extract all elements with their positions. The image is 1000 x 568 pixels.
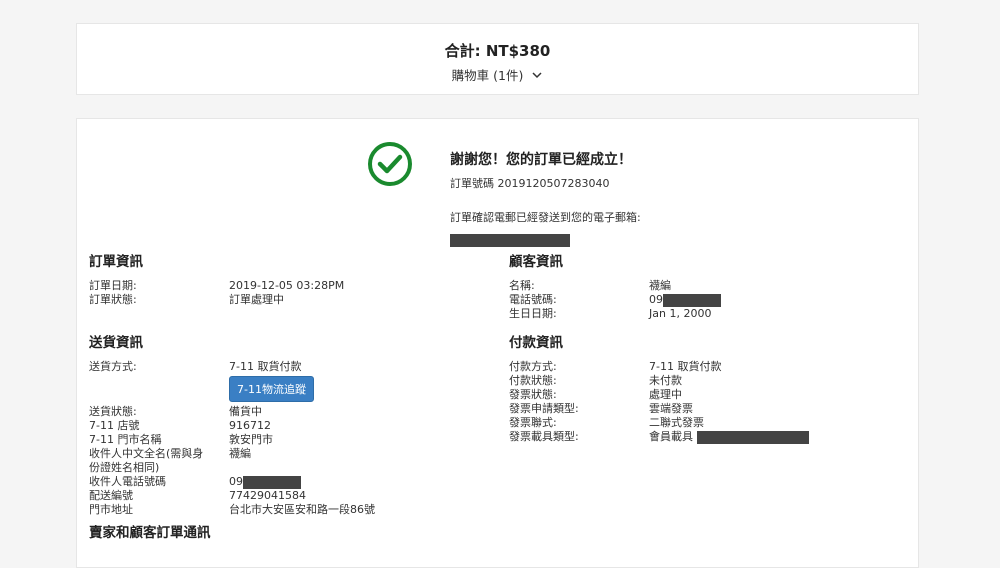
payment-method-label: 付款方式: bbox=[509, 360, 557, 373]
customer-birthday-value: Jan 1, 2000 bbox=[649, 307, 712, 320]
confirmation-message: 謝謝您！您的訂單已經成立！ 訂單號碼 2019120507283040 訂單確認… bbox=[450, 149, 641, 249]
customer-name-row: 名稱: 襪編 bbox=[509, 279, 721, 293]
recipient-phone-label: 收件人電話號碼 bbox=[89, 475, 166, 488]
delivery-number-row: 配送編號 77429041584 bbox=[89, 489, 375, 503]
customer-birthday-row: 生日日期: Jan 1, 2000 bbox=[509, 307, 721, 321]
shipping-info-heading: 送貨資訊 bbox=[89, 335, 143, 351]
cart-label: 購物車 (1件) bbox=[451, 68, 524, 83]
invoice-copy-row: 發票聯式: 二聯式發票 bbox=[509, 416, 809, 430]
carrier-text: 會員載具 bbox=[649, 430, 693, 443]
shipping-status-value: 備貨中 bbox=[229, 405, 262, 418]
order-status-label: 訂單狀態: bbox=[89, 293, 137, 306]
store-name-value: 敦安門市 bbox=[229, 433, 273, 446]
order-info-heading: 訂單資訊 bbox=[89, 254, 143, 270]
shipping-method-label: 送貨方式: bbox=[89, 360, 137, 373]
check-circle-icon bbox=[368, 142, 412, 186]
order-date-label: 訂單日期: bbox=[89, 279, 137, 292]
order-date-row: 訂單日期: 2019-12-05 03:28PM bbox=[89, 279, 344, 293]
shipping-info-section: 送貨資訊 送貨方式: 7-11 取貨付款 7-11物流追蹤 送貨狀態: 備貨中 … bbox=[89, 331, 375, 517]
order-status-value: 訂單處理中 bbox=[229, 293, 284, 306]
email-note: 訂單確認電郵已經發送到您的電子郵箱: bbox=[450, 211, 641, 224]
customer-info-section: 顧客資訊 名稱: 襪編 電話號碼: 09 生日日期: Jan 1, 2000 bbox=[509, 250, 721, 321]
store-number-value: 916712 bbox=[229, 419, 271, 432]
payment-status-value: 未付款 bbox=[649, 374, 682, 387]
customer-phone-row: 電話號碼: 09 bbox=[509, 293, 721, 307]
delivery-number-value: 77429041584 bbox=[229, 489, 306, 502]
order-confirmation-card: 謝謝您！您的訂單已經成立！ 訂單號碼 2019120507283040 訂單確認… bbox=[76, 118, 919, 568]
invoice-type-row: 發票申請類型: 雲端發票 bbox=[509, 402, 809, 416]
track-shipment-button[interactable]: 7-11物流追蹤 bbox=[229, 376, 314, 402]
order-status-row: 訂單狀態: 訂單處理中 bbox=[89, 293, 344, 307]
shipping-method-text: 7-11 取貨付款 bbox=[229, 360, 302, 373]
invoice-status-label: 發票狀態: bbox=[509, 388, 557, 401]
invoice-copy-label: 發票聯式: bbox=[509, 416, 557, 429]
redacted-recipient-phone bbox=[243, 475, 301, 489]
invoice-carrier-value: 會員載具 bbox=[649, 430, 809, 444]
recipient-name-value: 襪編 bbox=[229, 447, 251, 460]
cart-toggle[interactable]: 購物車 (1件) bbox=[452, 65, 544, 84]
store-address-row: 門市地址 台北市大安區安和路一段86號 bbox=[89, 503, 375, 517]
recipient-name-row: 收件人中文全名(需與身份證姓名相同) 襪編 bbox=[89, 447, 375, 475]
invoice-carrier-label: 發票載具類型: bbox=[509, 430, 579, 443]
payment-info-heading: 付款資訊 bbox=[509, 335, 563, 351]
payment-info-section: 付款資訊 付款方式: 7-11 取貨付款 付款狀態: 未付款 發票狀態: 處理中… bbox=[509, 331, 809, 444]
order-summary-card: 合計: NT$380 購物車 (1件) bbox=[76, 23, 919, 95]
customer-name-label: 名稱: bbox=[509, 279, 535, 292]
payment-method-value: 7-11 取貨付款 bbox=[649, 360, 722, 373]
invoice-type-label: 發票申請類型: bbox=[509, 402, 579, 415]
recipient-phone-value: 09 bbox=[229, 475, 301, 489]
customer-phone-label: 電話號碼: bbox=[509, 293, 557, 306]
shipping-status-row: 送貨狀態: 備貨中 bbox=[89, 405, 375, 419]
payment-method-row: 付款方式: 7-11 取貨付款 bbox=[509, 360, 809, 374]
recipient-phone-row: 收件人電話號碼 09 bbox=[89, 475, 375, 489]
store-name-label: 7-11 門市名稱 bbox=[89, 433, 162, 446]
redacted-carrier bbox=[696, 430, 809, 444]
customer-birthday-label: 生日日期: bbox=[509, 307, 557, 320]
delivery-number-label: 配送編號 bbox=[89, 489, 133, 502]
recipient-name-label: 收件人中文全名(需與身份證姓名相同) bbox=[89, 447, 204, 474]
recipient-phone-prefix: 09 bbox=[229, 475, 243, 488]
payment-status-row: 付款狀態: 未付款 bbox=[509, 374, 809, 388]
confirmation-title: 謝謝您！您的訂單已經成立！ bbox=[450, 152, 632, 168]
phone-prefix: 09 bbox=[649, 293, 663, 306]
invoice-carrier-row: 發票載具類型: 會員載具 bbox=[509, 430, 809, 444]
customer-name-value: 襪編 bbox=[649, 279, 671, 292]
invoice-copy-value: 二聯式發票 bbox=[649, 416, 704, 429]
communication-heading: 賣家和顧客訂單通訊 bbox=[89, 525, 211, 541]
order-total: 合計: NT$380 bbox=[444, 42, 551, 60]
customer-info-heading: 顧客資訊 bbox=[509, 254, 563, 270]
store-address-label: 門市地址 bbox=[89, 503, 133, 516]
invoice-type-value: 雲端發票 bbox=[649, 402, 693, 415]
payment-status-label: 付款狀態: bbox=[509, 374, 557, 387]
store-number-label: 7-11 店號 bbox=[89, 419, 140, 432]
store-number-row: 7-11 店號 916712 bbox=[89, 419, 375, 433]
order-date-value: 2019-12-05 03:28PM bbox=[229, 279, 345, 292]
redacted-email bbox=[450, 234, 570, 247]
chevron-down-icon bbox=[532, 71, 542, 78]
store-address-value: 台北市大安區安和路一段86號 bbox=[229, 503, 375, 516]
shipping-method-value: 7-11 取貨付款 7-11物流追蹤 bbox=[229, 360, 314, 405]
order-number: 訂單號碼 2019120507283040 bbox=[450, 177, 610, 190]
store-name-row: 7-11 門市名稱 敦安門市 bbox=[89, 433, 375, 447]
customer-phone-value: 09 bbox=[649, 293, 721, 307]
redacted-phone bbox=[663, 293, 721, 307]
shipping-method-row: 送貨方式: 7-11 取貨付款 7-11物流追蹤 bbox=[89, 360, 375, 405]
order-info-section: 訂單資訊 訂單日期: 2019-12-05 03:28PM 訂單狀態: 訂單處理… bbox=[89, 250, 344, 307]
invoice-status-value: 處理中 bbox=[649, 388, 682, 401]
invoice-status-row: 發票狀態: 處理中 bbox=[509, 388, 809, 402]
shipping-status-label: 送貨狀態: bbox=[89, 405, 137, 418]
